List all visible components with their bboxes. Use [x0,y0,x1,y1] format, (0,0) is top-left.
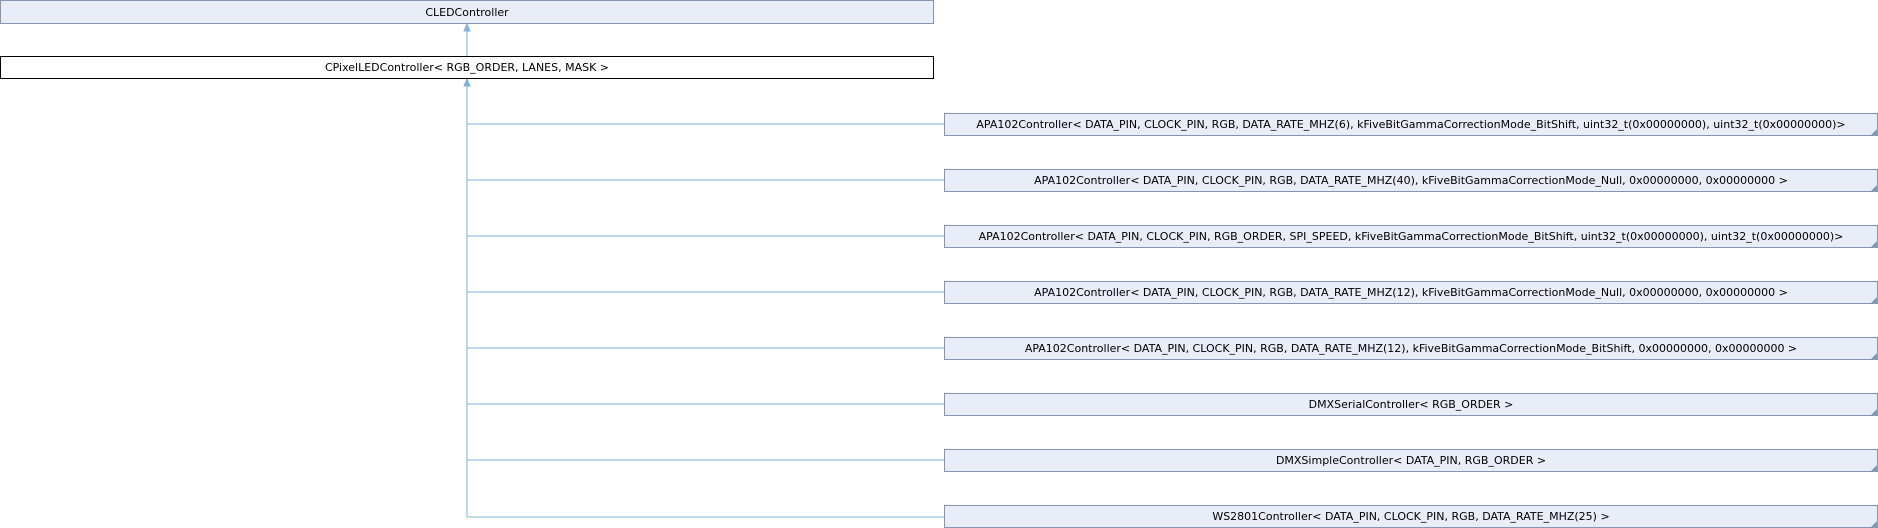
node-child-1[interactable]: APA102Controller< DATA_PIN, CLOCK_PIN, R… [944,169,1878,192]
node-child-2[interactable]: APA102Controller< DATA_PIN, CLOCK_PIN, R… [944,225,1878,248]
inheritance-edges [463,22,944,518]
arrowhead-current [463,77,471,87]
node-current-class-label: CPixelLEDController< RGB_ORDER, LANES, M… [325,61,609,74]
node-base-class-label: CLEDController [425,6,509,19]
node-child-label: DMXSimpleController< DATA_PIN, RGB_ORDER… [1276,454,1546,467]
node-child-label: APA102Controller< DATA_PIN, CLOCK_PIN, R… [1034,174,1788,187]
arrowhead-base [463,22,471,32]
node-child-4[interactable]: APA102Controller< DATA_PIN, CLOCK_PIN, R… [944,337,1878,360]
node-child-label: DMXSerialController< RGB_ORDER > [1309,398,1514,411]
inheritance-diagram: CLEDController CPixelLEDController< RGB_… [0,0,1878,528]
node-child-label: APA102Controller< DATA_PIN, CLOCK_PIN, R… [1034,286,1788,299]
node-child-3[interactable]: APA102Controller< DATA_PIN, CLOCK_PIN, R… [944,281,1878,304]
node-base-class[interactable]: CLEDController [0,0,934,24]
node-child-7[interactable]: WS2801Controller< DATA_PIN, CLOCK_PIN, R… [944,505,1878,528]
node-child-label: APA102Controller< DATA_PIN, CLOCK_PIN, R… [979,230,1844,243]
node-current-class: CPixelLEDController< RGB_ORDER, LANES, M… [0,56,934,79]
node-child-label: WS2801Controller< DATA_PIN, CLOCK_PIN, R… [1212,510,1609,523]
node-child-label: APA102Controller< DATA_PIN, CLOCK_PIN, R… [976,118,1845,131]
node-child-0[interactable]: APA102Controller< DATA_PIN, CLOCK_PIN, R… [944,113,1878,136]
node-child-label: APA102Controller< DATA_PIN, CLOCK_PIN, R… [1025,342,1797,355]
node-child-5[interactable]: DMXSerialController< RGB_ORDER > [944,393,1878,416]
node-child-6[interactable]: DMXSimpleController< DATA_PIN, RGB_ORDER… [944,449,1878,472]
